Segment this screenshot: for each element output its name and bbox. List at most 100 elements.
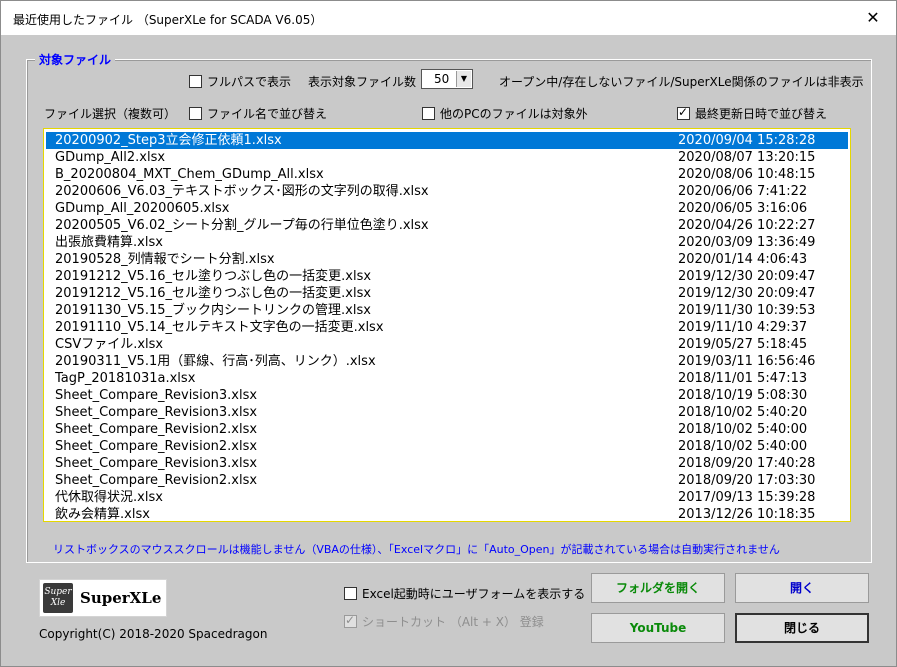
- file-date: 2018/10/02 5:40:00: [678, 439, 808, 454]
- file-date: 2019/03/11 16:56:46: [678, 354, 816, 369]
- file-name: 20190311_V5.1用（罫線、行高･列高、リンク）.xlsx: [55, 354, 376, 369]
- list-item[interactable]: 20191110_V5.14_セルテキスト文字色の一括変更.xlsx 2019/1…: [46, 319, 848, 336]
- list-item[interactable]: B_20200804_MXT_Chem_GDump_All.xlsx 2020/0…: [46, 166, 848, 183]
- show-userform-label: Excel起動時にユーザフォームを表示する: [362, 587, 586, 601]
- full-path-label: フルパスで表示: [207, 75, 292, 89]
- open-button[interactable]: 開く: [735, 573, 869, 603]
- list-item[interactable]: GDump_All_20200605.xlsx 2020/06/05 3:16:0…: [46, 200, 848, 217]
- list-item[interactable]: Sheet_Compare_Revision2.xlsx 2018/10/02 5…: [46, 438, 848, 455]
- file-date: 2020/04/26 10:22:27: [678, 218, 816, 233]
- sort-by-name-label: ファイル名で並び替え: [207, 107, 328, 121]
- list-item[interactable]: Sheet_Compare_Revision2.xlsx 2018/10/02 5…: [46, 421, 848, 438]
- checkbox-icon[interactable]: [344, 587, 357, 600]
- file-name: 20190528_列情報でシート分割.xlsx: [55, 252, 275, 267]
- full-path-checkbox[interactable]: フルパスで表示: [189, 73, 291, 90]
- file-name: 20191130_V5.15_ブック内シートリンクの管理.xlsx: [55, 303, 371, 318]
- file-count-value: 50: [434, 72, 450, 86]
- open-folder-button[interactable]: フォルダを開く: [591, 573, 725, 603]
- file-name: Sheet_Compare_Revision2.xlsx: [55, 439, 258, 454]
- youtube-button[interactable]: YouTube: [591, 613, 725, 643]
- file-date: 2020/09/04 15:28:28: [678, 133, 816, 148]
- list-item[interactable]: GDump_All2.xlsx 2020/08/07 13:20:15: [46, 149, 848, 166]
- show-userform-checkbox[interactable]: Excel起動時にユーザフォームを表示する: [344, 585, 585, 602]
- list-item[interactable]: Sheet_Compare_Revision2.xlsx 2018/09/20 1…: [46, 472, 848, 489]
- file-date: 2018/10/02 5:40:20: [678, 405, 808, 420]
- file-name: 20200606_V6.03_テキストボックス･図形の文字列の取得.xlsx: [55, 184, 429, 199]
- chevron-down-icon[interactable]: ▼: [456, 71, 471, 87]
- file-date: 2020/01/14 4:06:43: [678, 252, 808, 267]
- checkbox-icon[interactable]: [422, 107, 435, 120]
- sort-by-name-checkbox[interactable]: ファイル名で並び替え: [189, 105, 327, 122]
- list-item[interactable]: Sheet_Compare_Revision3.xlsx 2018/10/19 5…: [46, 387, 848, 404]
- list-item[interactable]: 20191212_V5.16_セル塗りつぶし色の一括変更.xlsx 2019/12…: [46, 285, 848, 302]
- file-date: 2013/12/26 10:18:35: [678, 507, 816, 522]
- list-item[interactable]: 20190528_列情報でシート分割.xlsx 2020/01/14 4:06:4…: [46, 251, 848, 268]
- checkbox-icon[interactable]: [677, 105, 690, 120]
- superxle-logo-icon: Super Xle: [43, 583, 73, 613]
- checkbox-icon[interactable]: [189, 107, 202, 120]
- file-name: B_20200804_MXT_Chem_GDump_All.xlsx: [55, 167, 324, 182]
- file-date: 2018/10/19 5:08:30: [678, 388, 808, 403]
- list-item[interactable]: Sheet_Compare_Revision3.xlsx 2018/09/20 1…: [46, 455, 848, 472]
- file-listbox[interactable]: 20200902_Step3立会修正依頼1.xlsx 2020/09/04 15:…: [43, 128, 851, 522]
- close-button[interactable]: 閉じる: [735, 613, 869, 643]
- file-date: 2020/08/07 13:20:15: [678, 150, 816, 165]
- file-date: 2019/12/30 20:09:47: [678, 269, 816, 284]
- list-item[interactable]: 20200902_Step3立会修正依頼1.xlsx 2020/09/04 15:…: [46, 132, 848, 149]
- exclude-other-pc-label: 他のPCのファイルは対象外: [440, 107, 588, 121]
- window-title: 最近使用したファイル （SuperXLe for SCADA V6.05）: [13, 13, 323, 27]
- file-name: 20191110_V5.14_セルテキスト文字色の一括変更.xlsx: [55, 320, 384, 335]
- file-name: 20200505_V6.02_シート分割_グループ毎の行単位色塗り.xlsx: [55, 218, 429, 233]
- logo-text: SuperXLe: [80, 589, 162, 607]
- logo-icon-top: Super: [44, 587, 72, 597]
- file-select-label: ファイル選択（複数可）: [44, 107, 177, 121]
- close-icon[interactable]: ✕: [860, 7, 886, 29]
- file-name: Sheet_Compare_Revision2.xlsx: [55, 422, 258, 437]
- checkbox-icon[interactable]: [189, 75, 202, 88]
- title-bar: 最近使用したファイル （SuperXLe for SCADA V6.05） ✕: [1, 1, 896, 35]
- list-item[interactable]: 20200505_V6.02_シート分割_グループ毎の行単位色塗り.xlsx 20…: [46, 217, 848, 234]
- superxle-logo: Super Xle SuperXLe: [39, 579, 167, 617]
- sort-by-date-label: 最終更新日時で並び替え: [695, 107, 828, 121]
- file-date: 2020/08/06 10:48:15: [678, 167, 816, 182]
- sort-by-date-checkbox[interactable]: 最終更新日時で並び替え: [677, 105, 827, 122]
- file-date: 2019/11/10 4:29:37: [678, 320, 808, 335]
- list-item[interactable]: TagP_20181031a.xlsx 2018/11/01 5:47:13: [46, 370, 848, 387]
- list-item[interactable]: 代休取得状況.xlsx 2017/09/13 15:39:28: [46, 489, 848, 506]
- file-date: 2018/09/20 17:03:30: [678, 473, 816, 488]
- file-date: 2018/11/01 5:47:13: [678, 371, 808, 386]
- group-legend: 対象ファイル: [35, 51, 116, 68]
- list-item[interactable]: 20200606_V6.03_テキストボックス･図形の文字列の取得.xlsx 20…: [46, 183, 848, 200]
- list-item[interactable]: 出張旅費精算.xlsx 2020/03/09 13:36:49: [46, 234, 848, 251]
- file-name: CSVファイル.xlsx: [55, 337, 164, 352]
- list-item[interactable]: 20190311_V5.1用（罫線、行高･列高、リンク）.xlsx 2019/03…: [46, 353, 848, 370]
- file-date: 2019/12/30 20:09:47: [678, 286, 816, 301]
- file-date: 2017/09/13 15:39:28: [678, 490, 816, 505]
- listbox-note: リストボックスのマウススクロールは機能しません（VBAの仕様）、「Excelマク…: [53, 543, 780, 556]
- list-item[interactable]: CSVファイル.xlsx 2019/05/27 5:18:45: [46, 336, 848, 353]
- list-item[interactable]: 20191212_V5.16_セル塗りつぶし色の一括変更.xlsx 2019/12…: [46, 268, 848, 285]
- list-item[interactable]: 飲み会精算.xlsx 2013/12/26 10:18:35: [46, 506, 848, 522]
- list-item[interactable]: Sheet_Compare_Revision3.xlsx 2018/10/02 5…: [46, 404, 848, 421]
- list-item[interactable]: 20191130_V5.15_ブック内シートリンクの管理.xlsx 2019/11…: [46, 302, 848, 319]
- file-name: 飲み会精算.xlsx: [55, 507, 150, 522]
- exclude-other-pc-checkbox[interactable]: 他のPCのファイルは対象外: [422, 105, 588, 122]
- file-name: 20191212_V5.16_セル塗りつぶし色の一括変更.xlsx: [55, 286, 372, 301]
- hidden-files-note: オープン中/存在しないファイル/SuperXLe関係のファイルは非表示: [499, 75, 864, 89]
- checkbox-icon: [344, 613, 357, 628]
- file-date: 2020/06/05 3:16:06: [678, 201, 808, 216]
- file-name: GDump_All_20200605.xlsx: [55, 201, 230, 216]
- file-date: 2020/06/06 7:41:22: [678, 184, 808, 199]
- file-date: 2018/10/02 5:40:00: [678, 422, 808, 437]
- file-name: 出張旅費精算.xlsx: [55, 235, 163, 250]
- file-name: 20191212_V5.16_セル塗りつぶし色の一括変更.xlsx: [55, 269, 372, 284]
- file-count-select[interactable]: 50 ▼: [421, 69, 473, 89]
- file-date: 2020/03/09 13:36:49: [678, 235, 816, 250]
- file-name: Sheet_Compare_Revision2.xlsx: [55, 473, 258, 488]
- shortcut-checkbox: ショートカット （Alt + X） 登録: [344, 613, 544, 630]
- logo-icon-bottom: Xle: [50, 598, 66, 608]
- shortcut-label: ショートカット （Alt + X） 登録: [362, 615, 544, 629]
- file-name: TagP_20181031a.xlsx: [55, 371, 196, 386]
- file-name: 20200902_Step3立会修正依頼1.xlsx: [55, 133, 282, 148]
- dialog-window: 最近使用したファイル （SuperXLe for SCADA V6.05） ✕ …: [0, 0, 897, 667]
